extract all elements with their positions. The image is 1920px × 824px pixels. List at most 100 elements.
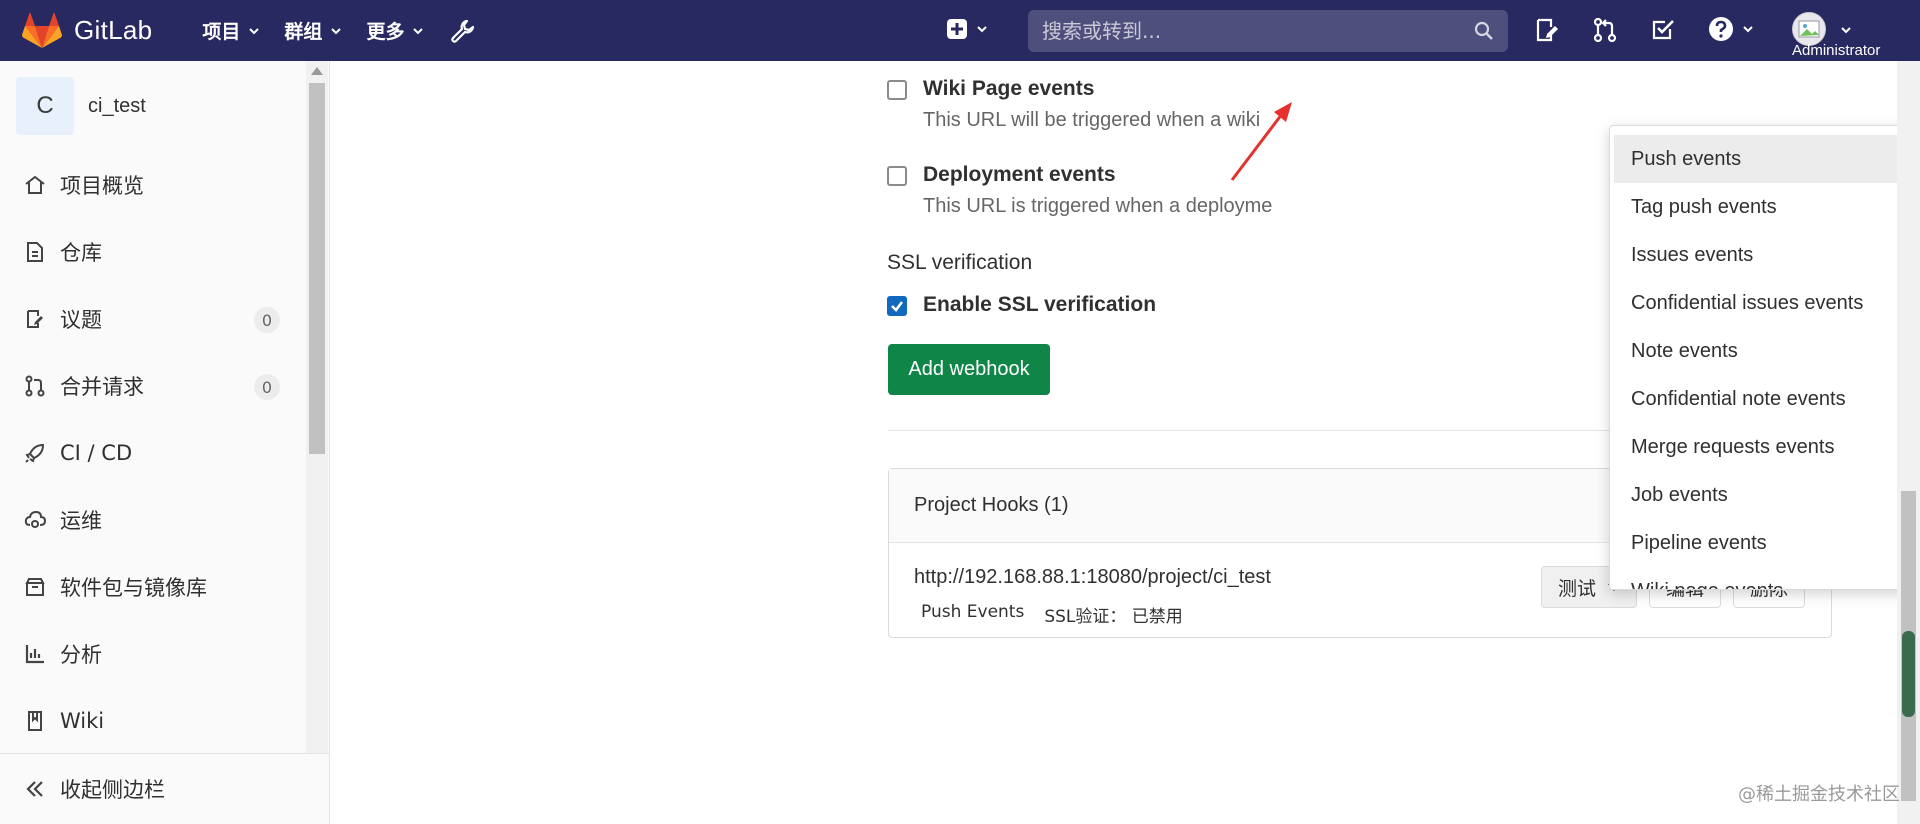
checkmark-icon xyxy=(891,301,904,312)
sidebar-item-ci-cd[interactable]: CI / CD xyxy=(0,419,305,486)
scroll-up-arrow-icon[interactable] xyxy=(311,67,323,75)
dropdown-option-confidential-note-events[interactable]: Confidential note events xyxy=(1614,375,1920,423)
sidebar-item-wiki[interactable]: Wiki xyxy=(0,687,305,754)
sidebar-item-label: 软件包与镜像库 xyxy=(60,575,207,600)
hook-url: http://192.168.88.1:18080/project/ci_tes… xyxy=(914,566,1271,588)
admin-area-button[interactable] xyxy=(436,0,490,61)
page-scrollbar[interactable] xyxy=(1897,61,1920,824)
chart-icon xyxy=(25,644,44,663)
test-hook-label: 测试 xyxy=(1557,577,1596,600)
merge-request-icon xyxy=(25,375,45,396)
project-name: ci_test xyxy=(88,94,146,117)
merge-request-nav-icon[interactable] xyxy=(1592,17,1618,43)
dropdown-option-merge-requests-events[interactable]: Merge requests events xyxy=(1614,423,1920,471)
brand-home-link[interactable]: GitLab xyxy=(22,0,152,61)
nav-more-label: 更多 xyxy=(366,22,405,43)
sidebar-item-label: 仓库 xyxy=(60,240,102,265)
new-item-dropdown[interactable] xyxy=(946,18,988,40)
sidebar-scrollbar-thumb[interactable] xyxy=(309,83,325,454)
merge-requests-count-badge: 0 xyxy=(254,374,280,400)
nav-projects-menu[interactable]: 项目 xyxy=(190,0,272,61)
sidebar: C ci_test 项目概览 仓库 议题 0 合并请求 0 CI / CD 运维 xyxy=(0,61,330,824)
nav-menu: 项目 群组 更多 xyxy=(190,0,490,61)
nav-more-menu[interactable]: 更多 xyxy=(354,0,436,61)
hook-ssl-tag: SSL验证： 已禁用 xyxy=(1044,607,1183,627)
issues-icon xyxy=(27,309,43,328)
sidebar-scrollbar[interactable] xyxy=(306,61,328,753)
user-menu[interactable]: Administrator xyxy=(1790,10,1920,61)
nav-projects-label: 项目 xyxy=(202,22,241,43)
chevron-down-icon xyxy=(331,27,342,34)
dropdown-option-job-events[interactable]: Job events xyxy=(1614,471,1920,519)
collapse-sidebar-button[interactable]: 收起侧边栏 xyxy=(0,753,330,824)
dropdown-option-issues-events[interactable]: Issues events xyxy=(1614,231,1920,279)
sidebar-nav: 项目概览 仓库 议题 0 合并请求 0 CI / CD 运维 软件包与镜像库 分… xyxy=(0,151,305,754)
help-question-icon xyxy=(1709,17,1733,41)
wiki-page-events-text: Wiki Page events This URL will be trigge… xyxy=(923,77,1260,132)
enable-ssl-option: Enable SSL verification xyxy=(887,293,1156,317)
todo-checklist-icon[interactable] xyxy=(1650,17,1676,43)
search-box[interactable] xyxy=(1028,10,1508,52)
brand-name: GitLab xyxy=(74,15,153,45)
document-icon xyxy=(27,241,43,262)
main-content: Wiki Page events This URL will be trigge… xyxy=(331,61,1920,824)
enable-ssl-title: Enable SSL verification xyxy=(923,293,1157,316)
book-icon xyxy=(28,710,42,731)
dropdown-option-tag-push-events[interactable]: Tag push events xyxy=(1614,183,1920,231)
collapse-sidebar-label: 收起侧边栏 xyxy=(60,778,165,802)
project-header-link[interactable]: C ci_test xyxy=(16,77,146,135)
ssl-verification-label: SSL verification xyxy=(887,251,1033,274)
sidebar-item-analytics[interactable]: 分析 xyxy=(0,620,305,687)
sidebar-item-issues[interactable]: 议题 0 xyxy=(0,285,305,352)
sidebar-item-label: 项目概览 xyxy=(60,173,144,198)
sidebar-item-label: 分析 xyxy=(60,642,102,667)
red-pointer-arrow-icon xyxy=(1230,102,1292,181)
double-chevron-left-icon xyxy=(26,781,43,797)
sidebar-item-merge-requests[interactable]: 合并请求 0 xyxy=(0,352,305,419)
rocket-icon xyxy=(25,443,45,463)
chevron-down-icon xyxy=(1743,26,1753,33)
help-dropdown[interactable] xyxy=(1708,16,1754,42)
deployment-events-checkbox[interactable] xyxy=(887,166,907,186)
test-events-dropdown: Push events Tag push events Issues event… xyxy=(1609,125,1920,590)
wiki-page-events-help: This URL will be triggered when a wiki xyxy=(923,109,1261,131)
deployment-events-help: This URL is triggered when a deployme xyxy=(923,195,1273,217)
wiki-page-events-checkbox[interactable] xyxy=(887,80,907,100)
search-input[interactable] xyxy=(1042,19,1474,43)
dropdown-option-push-events[interactable]: Push events xyxy=(1614,135,1920,183)
deployment-events-option: Deployment events This URL is triggered … xyxy=(887,163,1272,218)
issues-count-badge: 0 xyxy=(254,307,280,333)
chevron-down-icon xyxy=(413,27,424,34)
enable-ssl-text: Enable SSL verification xyxy=(923,293,1156,317)
nav-groups-label: 群组 xyxy=(284,22,323,43)
dropdown-option-pipeline-events[interactable]: Pipeline events xyxy=(1614,519,1920,567)
chevron-down-icon xyxy=(977,26,987,33)
issues-nav-icon[interactable] xyxy=(1534,17,1560,43)
watermark: @稀土掘金技术社区 xyxy=(1738,784,1900,805)
sidebar-item-project-overview[interactable]: 项目概览 xyxy=(0,151,305,218)
home-icon xyxy=(25,175,45,194)
top-navbar: GitLab 项目 群组 更多 搜索或转到... Administrator xyxy=(0,0,1920,61)
dropdown-option-note-events[interactable]: Note events xyxy=(1614,327,1920,375)
sidebar-item-operations[interactable]: 运维 xyxy=(0,486,305,553)
sidebar-item-label: 议题 xyxy=(60,307,102,332)
sidebar-item-label: CI / CD xyxy=(60,440,133,465)
page-scroll-indicator xyxy=(1902,631,1915,717)
chevron-down-icon xyxy=(249,27,260,34)
add-webhook-button[interactable]: Add webhook xyxy=(888,344,1050,395)
wiki-page-events-title: Wiki Page events xyxy=(923,77,1095,100)
enable-ssl-checkbox[interactable] xyxy=(887,296,907,316)
chevron-down-icon xyxy=(1841,27,1851,34)
username-label: Administrator xyxy=(1792,42,1881,59)
search-icon xyxy=(1474,21,1493,40)
hook-event-tag: Push Events xyxy=(921,602,1025,622)
dropdown-option-confidential-issues-events[interactable]: Confidential issues events xyxy=(1614,279,1920,327)
sidebar-item-repository[interactable]: 仓库 xyxy=(0,218,305,285)
package-icon xyxy=(25,577,45,596)
plus-square-icon xyxy=(947,19,967,39)
hook-meta: Push Events SSL验证： 已禁用 xyxy=(921,602,1183,627)
sidebar-item-packages-registries[interactable]: 软件包与镜像库 xyxy=(0,553,305,620)
nav-groups-menu[interactable]: 群组 xyxy=(272,0,354,61)
wiki-page-events-option: Wiki Page events This URL will be trigge… xyxy=(887,77,1260,132)
dropdown-option-wiki-page-events[interactable]: Wiki page events xyxy=(1614,567,1920,590)
